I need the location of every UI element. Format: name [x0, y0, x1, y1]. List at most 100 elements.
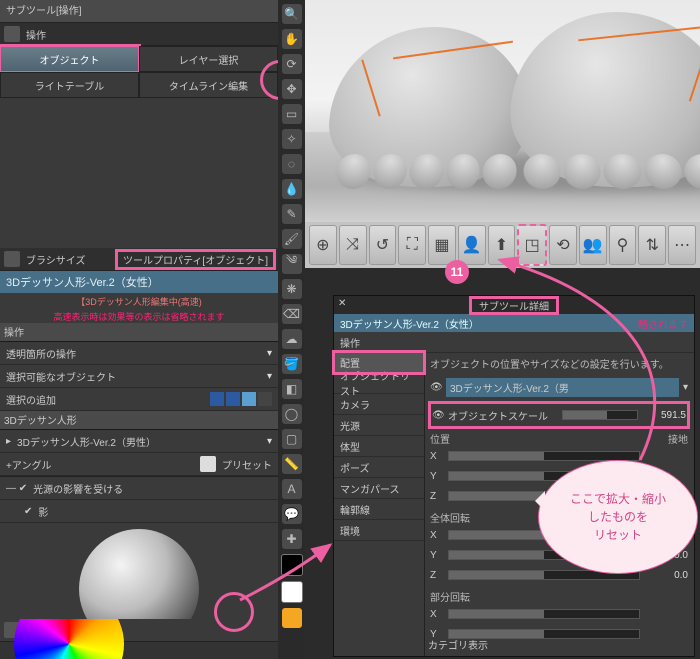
side-outline[interactable]: 輪郭線	[334, 499, 424, 520]
tool-hand-icon[interactable]: ✋	[282, 29, 302, 49]
tab-object-label: オブジェクト	[40, 52, 100, 67]
ctrl-grid-icon[interactable]: ▦	[428, 225, 456, 265]
detail-side-list: 配置 オブジェクトリスト カメラ 光源 体型 ポーズ マンガパース 輪郭線 環境	[334, 352, 425, 656]
detail-model-name: 3Dデッサン人形-Ver.2（女性） 略されます	[334, 314, 694, 332]
selection-swatches	[210, 392, 272, 406]
transparent-op[interactable]: 透明箇所の操作▾	[0, 342, 278, 365]
tab-light-table[interactable]: ライトテーブル	[0, 72, 139, 98]
tool-ruler-icon[interactable]: 📏	[282, 454, 302, 474]
ctrl-up-icon[interactable]: ⬆	[488, 225, 516, 265]
tool-blend-icon[interactable]: ☁	[282, 329, 302, 349]
model-dropdown[interactable]: 👁 3Dデッサン人形-Ver.2（男 ▾	[430, 377, 688, 397]
edit-note-2: 高速表示時は効果等の表示は省略されます	[0, 308, 278, 323]
tab-layer-select-label: レイヤー選択	[179, 52, 239, 67]
ctrl-pan-icon[interactable]: ⤨	[339, 225, 367, 265]
tool-air-icon[interactable]: ༄	[282, 254, 302, 274]
object-scale-value: 591.5	[642, 410, 686, 421]
side-manga-perspective[interactable]: マンガパース	[334, 478, 424, 499]
annotation-badge-11: 11	[445, 260, 469, 284]
annotation-bubble: ここで拡大・縮小したものをリセット	[538, 460, 698, 574]
color-wheel[interactable]	[14, 619, 124, 659]
selectable-objects[interactable]: 選択可能なオブジェクト▾	[0, 365, 278, 388]
ctrl-person-icon[interactable]: 👤	[458, 225, 486, 265]
ctrl-updown-icon[interactable]: ⇅	[638, 225, 666, 265]
ctrl-frame-icon[interactable]: ⛶	[398, 225, 426, 265]
foreground-color[interactable]	[281, 554, 303, 576]
viewport-3d[interactable]	[305, 0, 700, 222]
brush-icon	[4, 251, 20, 267]
pos-x[interactable]: X	[430, 446, 688, 466]
brush-size-label: ブラシサイズ	[26, 252, 86, 267]
doll-item[interactable]: ▸3Dデッサン人形-Ver.2（男性）▾	[0, 430, 278, 453]
tab-timeline-edit[interactable]: タイムライン編集	[139, 72, 278, 98]
placement-desc: オブジェクトの位置やサイズなどの設定を行います。	[430, 356, 688, 371]
ctrl-move-icon[interactable]: ⊕	[309, 225, 337, 265]
tool-deco-icon[interactable]: ❋	[282, 279, 302, 299]
side-object-list[interactable]: オブジェクトリスト	[334, 373, 424, 394]
preset-icon	[200, 456, 216, 472]
swatch-1[interactable]	[210, 392, 224, 406]
tab-timeline-edit-label: タイムライン編集	[169, 78, 248, 93]
tool-move-icon[interactable]: ✥	[282, 79, 302, 99]
doll-section: 3Dデッサン人形	[0, 411, 278, 430]
swatch-3[interactable]	[242, 392, 256, 406]
tool-fix-icon[interactable]: ✚	[282, 529, 302, 549]
object-scale-row[interactable]: 👁 オブジェクトスケール 591.5	[430, 403, 688, 427]
tab-light-table-label: ライトテーブル	[35, 78, 104, 93]
tool-brush-icon[interactable]: 🖌	[282, 229, 302, 249]
operate-icon	[4, 26, 20, 42]
add-selection[interactable]: 選択の追加	[0, 388, 278, 411]
ctrl-multi-icon[interactable]: 👥	[579, 225, 607, 265]
tool-zoom-icon[interactable]: 🔍	[282, 4, 302, 24]
subtool-tabs: オブジェクト レイヤー選択 ライトテーブル タイムライン編集	[0, 46, 278, 98]
tool-property-title[interactable]: ツールプロパティ[オブジェクト]	[117, 251, 274, 268]
subtool-group-label: 操作	[26, 27, 46, 42]
tool-strip: 🔍 ✋ ⟳ ✥ ▭ ✧ ◌ 💧 ✎ 🖌 ༄ ❋ ⌫ ☁ 🪣 ◧ ◯ ▢ 📏 A …	[278, 0, 305, 659]
ctrl-cube-reset-icon[interactable]: ◳	[517, 224, 547, 266]
light-affect-row[interactable]: — ✔光源の影響を受ける	[0, 477, 278, 500]
object-control-bar: ⊕ ⤨ ↺ ⛶ ▦ 👤 ⬆ ◳ ⟲ 👥 ⚲ ⇅ ⋯	[305, 222, 700, 268]
tool-grad-icon[interactable]: ◧	[282, 379, 302, 399]
tool-text-icon[interactable]: A	[282, 479, 302, 499]
tool-pen-icon[interactable]: ✎	[282, 204, 302, 224]
foot-left	[326, 27, 534, 187]
tool-shape-icon[interactable]: ◯	[282, 404, 302, 424]
subtool-title: サブツール[操作]	[0, 0, 278, 23]
angle-preset[interactable]: +アングル プリセット	[0, 453, 278, 476]
detail-titlebar[interactable]: ✕ サブツール詳細	[334, 296, 694, 314]
tool-dropper-icon[interactable]: 💧	[282, 179, 302, 199]
accent-color[interactable]	[282, 608, 302, 628]
tool-eraser-icon[interactable]: ⌫	[282, 304, 302, 324]
detail-op-row: 操作	[334, 332, 694, 353]
tool-select-icon[interactable]: ▭	[282, 104, 302, 124]
edit-note-1: 【3Dデッサン人形編集中(高速)	[0, 293, 278, 308]
ctrl-rotate-icon[interactable]: ↺	[369, 225, 397, 265]
left-panel: サブツール[操作] 操作 オブジェクト レイヤー選択 ライトテーブル タイムライ…	[0, 0, 278, 659]
background-color[interactable]	[281, 581, 303, 603]
swatch-4[interactable]	[258, 392, 272, 406]
ctrl-reset-icon[interactable]: ⟲	[549, 225, 577, 265]
category-toggle[interactable]: カテゴリ表示	[428, 637, 488, 652]
brush-size-row: ブラシサイズ ツールプロパティ[オブジェクト]	[0, 248, 278, 271]
prot-x[interactable]: X	[430, 604, 688, 624]
close-icon[interactable]: ✕	[338, 298, 346, 309]
side-body[interactable]: 体型	[334, 436, 424, 457]
ctrl-vitruvian-icon[interactable]: ⚲	[609, 225, 637, 265]
tool-rotate-icon[interactable]: ⟳	[282, 54, 302, 74]
side-environment[interactable]: 環境	[334, 520, 424, 541]
tool-frame-icon[interactable]: ▢	[282, 429, 302, 449]
ctrl-more-icon[interactable]: ⋯	[668, 225, 696, 265]
op-section: 操作	[0, 323, 278, 342]
subtool-group-row[interactable]: 操作	[0, 23, 278, 46]
tool-lasso-icon[interactable]: ◌	[282, 154, 302, 174]
tool-wand-icon[interactable]: ✧	[282, 129, 302, 149]
tab-object[interactable]: オブジェクト	[0, 46, 139, 72]
swatch-2[interactable]	[226, 392, 240, 406]
shadow-row[interactable]: ✔影	[0, 500, 278, 523]
annotation-circle-detail	[214, 592, 254, 632]
tab-layer-select[interactable]: レイヤー選択	[139, 46, 278, 72]
tool-balloon-icon[interactable]: 💬	[282, 504, 302, 524]
side-pose[interactable]: ポーズ	[334, 457, 424, 478]
tool-fill-icon[interactable]: 🪣	[282, 354, 302, 374]
side-light[interactable]: 光源	[334, 415, 424, 436]
